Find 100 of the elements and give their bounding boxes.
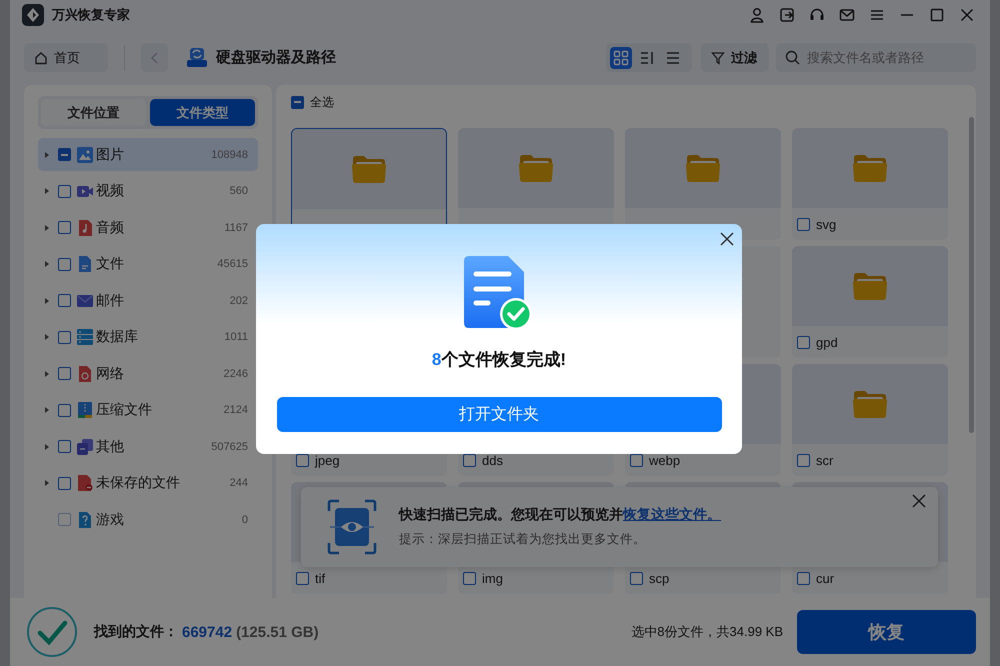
item-count: 244 — [230, 477, 248, 489]
expand-arrow-icon[interactable] — [44, 406, 50, 414]
category-item[interactable]: 图片 108948 — [38, 138, 258, 171]
category-item[interactable]: 未保存的文件 244 — [38, 466, 258, 500]
item-count: 507625 — [211, 440, 248, 452]
unsaved-file-icon — [77, 475, 93, 491]
file-card[interactable]: svg — [792, 128, 948, 240]
checkbox[interactable] — [58, 294, 71, 307]
maximize-icon[interactable] — [929, 7, 945, 23]
checkbox[interactable] — [58, 404, 71, 416]
scrollbar-thumb[interactable] — [969, 117, 974, 433]
image-icon — [77, 146, 93, 162]
checkbox[interactable] — [797, 572, 810, 584]
file-type-label: cur — [816, 570, 834, 586]
category-item[interactable]: 压缩文件 2124 — [38, 394, 258, 426]
app-logo-icon — [22, 4, 44, 26]
home-button[interactable]: 首页 — [24, 43, 108, 72]
eye-scan-icon — [327, 499, 377, 555]
checkbox[interactable] — [58, 258, 71, 270]
notice-hint: 提示：深层扫描正试着为您找出更多文件。 — [399, 531, 647, 548]
file-type-label: jpeg — [315, 452, 340, 468]
checkbox[interactable] — [58, 330, 71, 344]
checkbox[interactable] — [58, 184, 71, 198]
file-type-label: tif — [315, 570, 326, 586]
close-icon[interactable] — [959, 7, 975, 23]
expand-arrow-icon[interactable] — [44, 224, 50, 232]
open-folder-button[interactable]: 打开文件夹 — [276, 397, 722, 432]
file-type-label: img — [482, 570, 503, 586]
filter-icon — [711, 50, 725, 64]
file-type-label: scr — [816, 452, 834, 468]
view-toggle[interactable] — [610, 46, 632, 68]
category-item[interactable]: 数据库 1011 — [38, 320, 258, 354]
checkbox[interactable] — [463, 572, 476, 584]
item-count: 1011 — [224, 331, 248, 343]
expand-arrow-icon[interactable] — [44, 479, 50, 487]
category-item[interactable]: 其他 507625 — [38, 430, 258, 463]
checkbox[interactable] — [797, 454, 810, 466]
checkbox[interactable] — [58, 476, 71, 490]
close-icon[interactable] — [912, 494, 926, 508]
expand-arrow-icon[interactable] — [44, 260, 50, 268]
recover-files-link[interactable]: 恢复这些文件。 — [623, 506, 721, 522]
headset-icon[interactable] — [809, 7, 825, 23]
home-icon — [34, 50, 48, 64]
item-count: 2246 — [224, 368, 248, 380]
logout-icon[interactable] — [779, 7, 795, 23]
category-item[interactable]: 音频 1167 — [38, 211, 258, 244]
checkbox[interactable] — [58, 440, 71, 453]
filter-button[interactable]: 过滤 — [701, 43, 769, 72]
file-type-label: gpd — [816, 334, 838, 350]
search-field[interactable]: 搜索文件名或者路径 — [776, 43, 976, 72]
folder-icon — [852, 270, 888, 302]
web-file-icon — [77, 366, 93, 382]
category-item[interactable]: 文件 45615 — [38, 248, 258, 280]
mail-icon[interactable] — [839, 7, 855, 23]
expand-arrow-icon[interactable] — [44, 150, 50, 158]
checkbox[interactable] — [797, 336, 810, 348]
found-size: (125.51 GB) — [236, 624, 319, 640]
expand-arrow-icon[interactable] — [44, 333, 50, 341]
grid-view-icon — [613, 50, 629, 66]
file-type-label: scp — [649, 570, 670, 586]
checkbox[interactable] — [797, 218, 810, 230]
completion-message: 8个文件恢复完成! — [432, 349, 566, 371]
checkbox[interactable] — [58, 367, 71, 380]
mail-icon — [77, 292, 93, 308]
sidebar-tab[interactable]: 文件位置 — [41, 99, 146, 126]
close-icon[interactable] — [720, 232, 734, 246]
found-files-label: 找到的文件： — [94, 623, 178, 641]
expand-arrow-icon[interactable] — [44, 187, 50, 195]
recover-button[interactable]: 恢复 — [797, 610, 976, 654]
expand-arrow-icon[interactable] — [44, 296, 50, 304]
database-icon — [77, 329, 93, 345]
checkbox[interactable] — [463, 454, 476, 466]
list-view-icon — [665, 50, 681, 66]
document-icon — [77, 256, 93, 272]
checkbox[interactable] — [296, 454, 309, 466]
folder-icon — [852, 388, 888, 420]
archive-icon — [77, 402, 93, 418]
checkbox[interactable] — [291, 96, 304, 108]
sidebar-tab[interactable]: 文件类型 — [150, 99, 255, 126]
stacked-files-icon — [77, 438, 93, 454]
category-item[interactable]: 网络 2246 — [38, 357, 258, 390]
checkbox[interactable] — [296, 572, 309, 584]
window-title: 万兴恢复专家 — [52, 6, 130, 24]
category-item[interactable]: 邮件 202 — [38, 284, 258, 317]
file-card[interactable]: scr — [792, 364, 948, 476]
checkbox[interactable] — [58, 221, 71, 234]
expand-arrow-icon[interactable] — [44, 370, 50, 378]
file-card[interactable]: gpd — [792, 246, 948, 358]
file-type-label: svg — [816, 216, 836, 232]
drive-icon — [186, 46, 208, 68]
chevron-left-icon — [150, 52, 160, 64]
found-count: 669742 — [182, 624, 232, 640]
checkbox[interactable] — [630, 454, 643, 466]
file-type-label: dds — [482, 452, 503, 468]
checkbox[interactable] — [58, 148, 71, 161]
checkbox[interactable] — [630, 572, 643, 584]
category-item[interactable]: 视频 560 — [38, 174, 258, 208]
expand-arrow-icon[interactable] — [44, 442, 50, 450]
folder-icon — [351, 153, 387, 185]
user-icon[interactable] — [749, 7, 765, 23]
